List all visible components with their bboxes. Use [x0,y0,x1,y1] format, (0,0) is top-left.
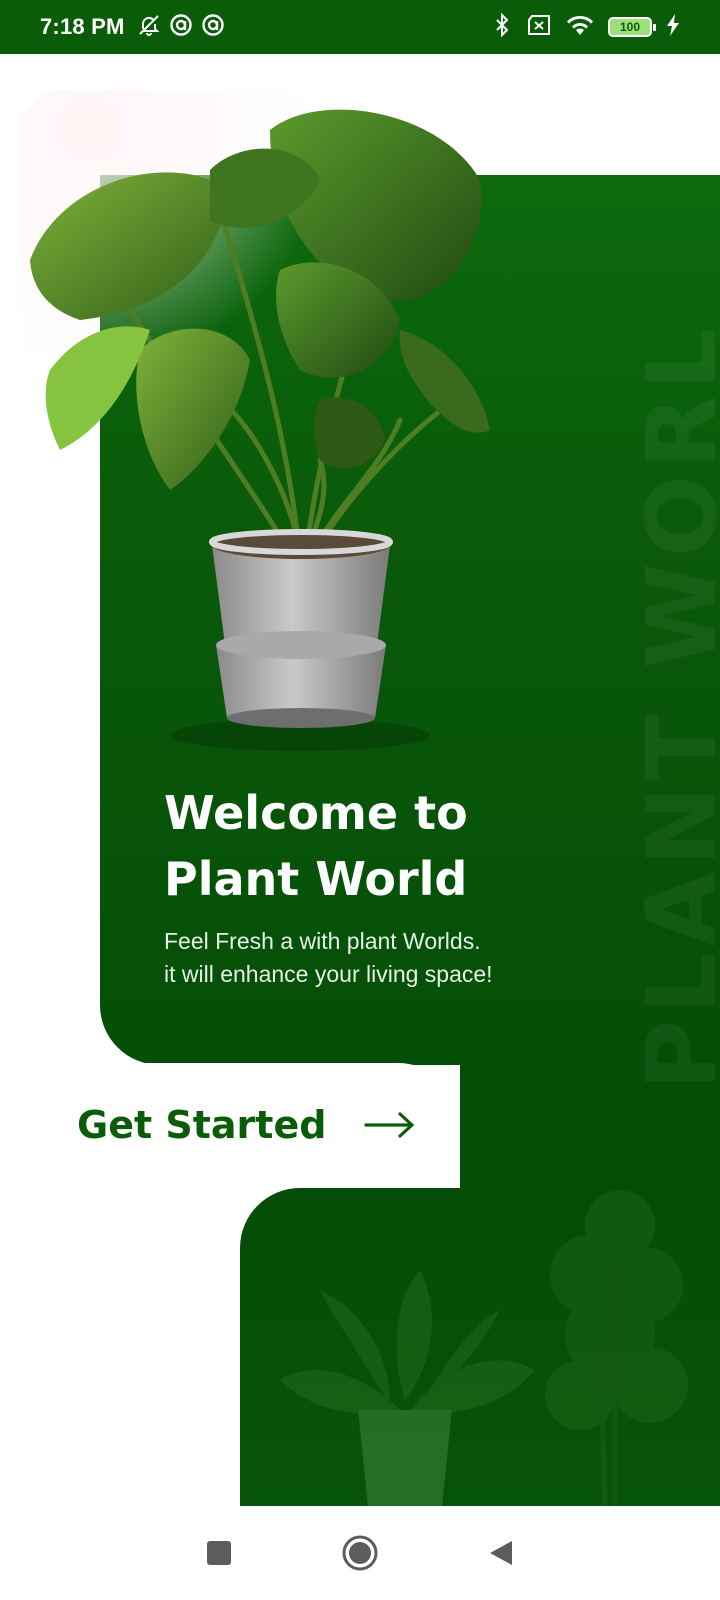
circle-a-icon [169,13,193,41]
status-right-icons: 100 [492,12,680,41]
system-nav-bar [0,1506,720,1600]
hero-title-line-1: Welcome to [164,786,468,840]
battery-icon: 100 [608,17,656,37]
charging-icon [666,14,680,40]
background-tree-illustration [545,1190,688,1506]
circle-a-icon [201,13,225,41]
recents-square-icon[interactable] [206,1540,232,1566]
sim-x-icon [526,14,552,40]
status-time: 7:18 PM [40,14,125,39]
arrow-right-icon [364,1110,416,1140]
watermark-text: PLANT WORL [626,322,720,1090]
hero-subtitle-line-1: Feel Fresh a with plant Worlds. [164,928,481,954]
hero-title-line-2: Plant World [164,852,468,906]
status-bar: 7:18 PM 100 [0,0,720,54]
hero-subtitle: Feel Fresh a with plant Worlds. it will … [164,925,604,991]
home-circle-icon[interactable] [342,1535,378,1571]
wifi-icon [566,14,594,40]
hero-title: Welcome to Plant World [164,780,604,912]
background-plant-illustration [280,1270,535,1506]
get-started-label: Get Started [77,1103,327,1147]
battery-level: 100 [619,20,641,34]
monstera-plant-illustration [20,90,490,751]
hero-subtitle-line-2: it will enhance your living space! [164,961,493,987]
status-left-icons [137,13,225,41]
bluetooth-icon [492,12,512,41]
mute-bell-icon [137,13,161,41]
get-started-button[interactable]: Get Started [0,1063,460,1187]
back-triangle-icon[interactable] [488,1539,514,1567]
